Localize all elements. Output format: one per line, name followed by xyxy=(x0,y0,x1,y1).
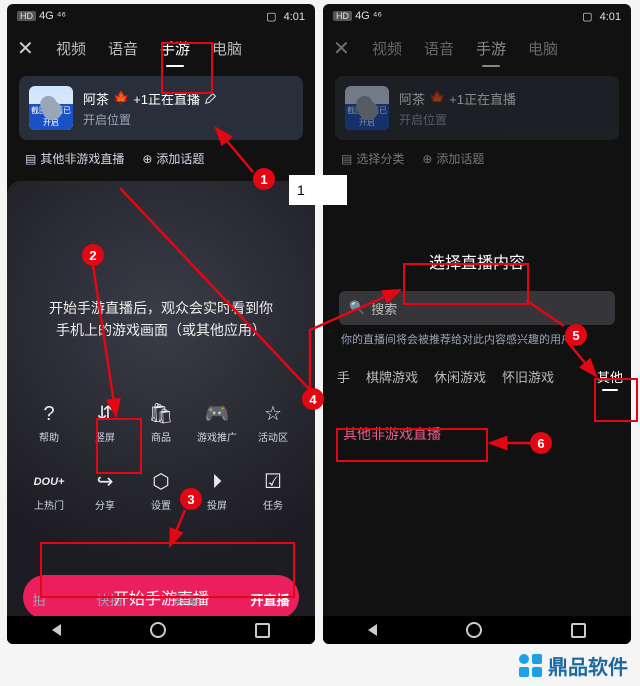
game-promo-icon: 🎮 xyxy=(205,403,230,425)
category-icon: ▤ xyxy=(25,152,36,166)
badge-1: 1 xyxy=(253,168,275,190)
tab-pc[interactable]: 电脑 xyxy=(209,32,245,65)
leaf-icon: 🍁 xyxy=(113,90,129,106)
orientation-icon: ⇵ xyxy=(97,403,114,425)
orientation-item[interactable]: ⇵ 竖屏 xyxy=(80,403,130,444)
android-nav xyxy=(7,616,315,644)
status-bar-r: HD 4G ⁴⁶ ▢ 4:01 xyxy=(323,4,631,28)
badge-4: 4 xyxy=(302,388,324,410)
nav-recent-icon-r[interactable] xyxy=(571,623,586,638)
tasks-icon: ☑ xyxy=(264,471,282,493)
modal-title: 选择直播内容 xyxy=(323,249,631,273)
left-screenshot: HD 4G ⁴⁶ ▢ 4:01 ✕ 视频 语音 手游 电脑 截图封面已开启 阿茶… xyxy=(7,4,315,644)
share-icon: ↪ xyxy=(97,471,114,493)
badge-5: 5 xyxy=(565,324,587,346)
icon-label: 活动区 xyxy=(258,429,288,444)
content-modal: 选择直播内容 🔍 搜索 你的直播间将会被推荐给对此内容感兴趣的用户 手棋牌游戏休… xyxy=(323,177,631,644)
search-placeholder: 搜索 xyxy=(371,299,397,318)
cast-icon: ⏵ xyxy=(212,471,222,493)
search-input[interactable]: 🔍 搜索 xyxy=(339,291,615,325)
watermark-text: 鼎品软件 xyxy=(548,651,628,680)
mode-tabs: ✕ 视频 语音 手游 电脑 xyxy=(7,28,315,68)
desc-line-1: 开始手游直播后，观众会实时看到你 xyxy=(29,297,293,319)
battery-icon: ▢ xyxy=(266,11,276,23)
nav-home-icon[interactable] xyxy=(150,622,166,638)
dou-plus-item[interactable]: DOU+ 上热门 xyxy=(24,471,74,512)
settings-item[interactable]: ⬡ 设置 xyxy=(136,471,186,512)
left-body: 开始手游直播后，观众会实时看到你 手机上的游戏画面（或其他应用） ? 帮助 ⇵ 竖屏 🛍… xyxy=(7,181,315,637)
live-suffix: +1正在直播 xyxy=(133,89,200,108)
icon-label: 商品 xyxy=(151,429,171,444)
watermark-logo-icon xyxy=(519,654,542,677)
close-icon-r[interactable]: ✕ xyxy=(333,36,353,61)
desc-line-2: 手机上的游戏画面（或其他应用） xyxy=(29,319,293,341)
goods-item[interactable]: 🛍 商品 xyxy=(136,403,186,444)
category-tab-4[interactable]: 其他 xyxy=(597,367,623,386)
category-tab-3[interactable]: 怀旧游戏 xyxy=(502,367,554,386)
settings-icon: ⬡ xyxy=(152,471,169,493)
bt-shoot[interactable]: 拍 xyxy=(32,590,45,609)
right-screenshot: HD 4G ⁴⁶ ▢ 4:01 ✕ 视频 语音 手游 电脑 截图封面已开启 阿茶… xyxy=(323,4,631,644)
close-icon[interactable]: ✕ xyxy=(17,36,37,61)
icon-label: 设置 xyxy=(151,497,171,512)
profile-card[interactable]: 截图封面已开启 阿茶 🍁 +1正在直播 开启位置 xyxy=(19,76,303,140)
icon-label: 投屏 xyxy=(207,497,227,512)
activity-item[interactable]: ☆ 活动区 xyxy=(248,403,298,444)
icon-label: 游戏推广 xyxy=(197,429,237,444)
step-number-box: 1 xyxy=(289,175,347,205)
topic-icon: ⊕ xyxy=(142,152,152,166)
nav-recent-icon[interactable] xyxy=(255,623,270,638)
tab-video[interactable]: 视频 xyxy=(53,32,89,65)
android-nav-r xyxy=(323,616,631,644)
icon-label: 帮助 xyxy=(39,429,59,444)
dou-plus-icon: DOU+ xyxy=(34,471,65,493)
help-item[interactable]: ? 帮助 xyxy=(24,403,74,444)
activity-icon: ☆ xyxy=(264,403,282,425)
badge-3: 3 xyxy=(180,488,202,510)
category-tab-1[interactable]: 棋牌游戏 xyxy=(366,367,418,386)
bottom-tabs: 拍 快拍 影集 开直播 xyxy=(7,582,315,616)
icon-label: 任务 xyxy=(263,497,283,512)
tab-voice[interactable]: 语音 xyxy=(105,32,141,65)
nav-home-icon-r[interactable] xyxy=(466,622,482,638)
icon-label: 竖屏 xyxy=(95,429,115,444)
edit-icon[interactable] xyxy=(204,91,218,105)
search-icon: 🔍 xyxy=(349,300,365,316)
icon-label: 分享 xyxy=(95,497,115,512)
category-tab-0[interactable]: 手 xyxy=(337,367,350,386)
item-other-non-game[interactable]: 其他非游戏直播 xyxy=(339,418,445,450)
share-item[interactable]: ↪ 分享 xyxy=(80,471,130,512)
nav-back-icon[interactable] xyxy=(52,624,61,636)
category-tabs: 手棋牌游戏休闲游戏怀旧游戏 其他 xyxy=(323,347,631,392)
tasks-item[interactable]: ☑ 任务 xyxy=(248,471,298,512)
badge-2: 2 xyxy=(82,244,104,266)
location-sub[interactable]: 开启位置 xyxy=(83,111,218,128)
bt-quick[interactable]: 快拍 xyxy=(96,590,122,609)
game-promo-item[interactable]: 🎮 游戏推广 xyxy=(192,403,242,444)
profile-card-r: 截图封面已开启 阿茶 🍁 +1正在直播 开启位置 xyxy=(335,76,619,140)
cover-chip: 截图封面已开启 xyxy=(29,104,73,130)
bt-live[interactable]: 开直播 xyxy=(250,590,289,609)
add-topic-chip[interactable]: ⊕ 添加话题 xyxy=(142,150,204,167)
avatar-r: 截图封面已开启 xyxy=(345,86,389,130)
badge-6: 6 xyxy=(530,432,552,454)
net-badge-1: HD xyxy=(17,11,36,21)
category-tab-2[interactable]: 休闲游戏 xyxy=(434,367,486,386)
chip-row-right: ▤选择分类 ⊕添加话题 xyxy=(323,146,631,177)
help-icon: ? xyxy=(43,403,54,425)
tab-mobile-game[interactable]: 手游 xyxy=(157,32,193,65)
net-badge-2: 4G ⁴⁶ xyxy=(39,10,66,22)
clock: 4:01 xyxy=(284,11,305,23)
goods-icon: 🛍 xyxy=(148,403,173,425)
bt-album[interactable]: 影集 xyxy=(173,590,199,609)
status-bar: HD 4G ⁴⁶ ▢ 4:01 xyxy=(7,4,315,28)
category-chip[interactable]: ▤ 其他非游戏直播 xyxy=(25,150,124,167)
avatar[interactable]: 截图封面已开启 xyxy=(29,86,73,130)
watermark: 鼎品软件 xyxy=(519,651,628,680)
profile-name: 阿茶 xyxy=(83,89,109,108)
mode-tabs-r: ✕ 视频 语音 手游 电脑 xyxy=(323,28,631,68)
nav-back-icon-r[interactable] xyxy=(368,624,377,636)
icon-label: 上热门 xyxy=(34,497,64,512)
